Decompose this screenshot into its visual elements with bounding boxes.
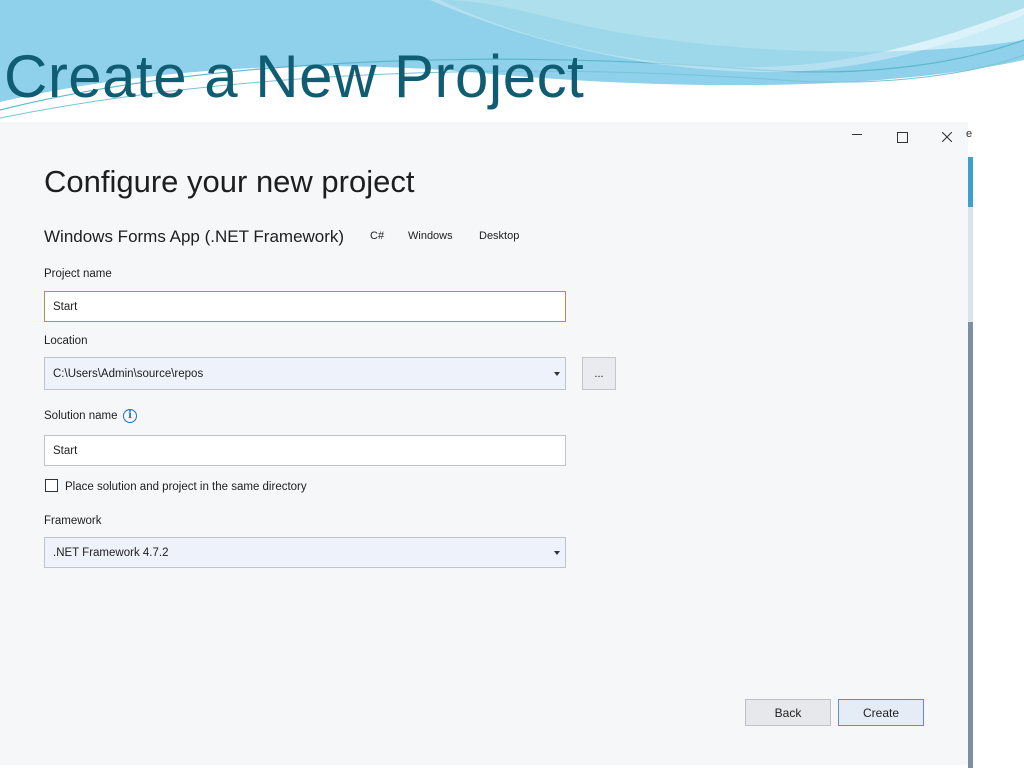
location-label: Location: [44, 335, 88, 347]
background-window-edge: [968, 122, 973, 768]
framework-value: .NET Framework 4.7.2: [53, 546, 169, 559]
chevron-down-icon: [554, 551, 560, 555]
info-icon[interactable]: i: [123, 409, 137, 423]
solution-name-value: Start: [53, 444, 78, 457]
framework-combobox[interactable]: .NET Framework 4.7.2: [44, 537, 566, 568]
background-window-glyph: e: [966, 128, 973, 140]
location-value: C:\Users\Admin\source\repos: [53, 367, 204, 380]
minimize-button[interactable]: [842, 126, 872, 148]
solution-name-input[interactable]: Start: [44, 435, 566, 466]
project-name-value: Start: [53, 300, 78, 313]
project-name-label: Project name: [44, 268, 112, 280]
minimize-icon: [852, 133, 862, 135]
same-directory-checkbox[interactable]: [45, 479, 58, 492]
location-combobox[interactable]: C:\Users\Admin\source\repos: [44, 357, 566, 390]
framework-label: Framework: [44, 515, 102, 527]
chevron-down-icon: [554, 372, 560, 376]
maximize-button[interactable]: [887, 126, 917, 148]
tag-project-type: Desktop: [479, 230, 520, 242]
solution-name-label: Solution name: [44, 410, 118, 422]
back-button[interactable]: Back: [745, 699, 831, 726]
tag-language: C#: [370, 230, 385, 242]
browse-location-button[interactable]: ...: [582, 357, 616, 390]
template-name: Windows Forms App (.NET Framework): [44, 227, 345, 246]
tag-platform: Windows: [408, 230, 453, 242]
same-directory-label[interactable]: Place solution and project in the same d…: [65, 481, 307, 493]
close-button[interactable]: [932, 126, 962, 148]
close-icon: [942, 132, 952, 142]
dialog-heading: Configure your new project: [44, 164, 415, 199]
create-button[interactable]: Create: [838, 699, 924, 726]
slide-title: Create a New Project: [4, 43, 585, 110]
maximize-icon: [896, 131, 908, 143]
project-name-input[interactable]: Start: [44, 291, 566, 322]
